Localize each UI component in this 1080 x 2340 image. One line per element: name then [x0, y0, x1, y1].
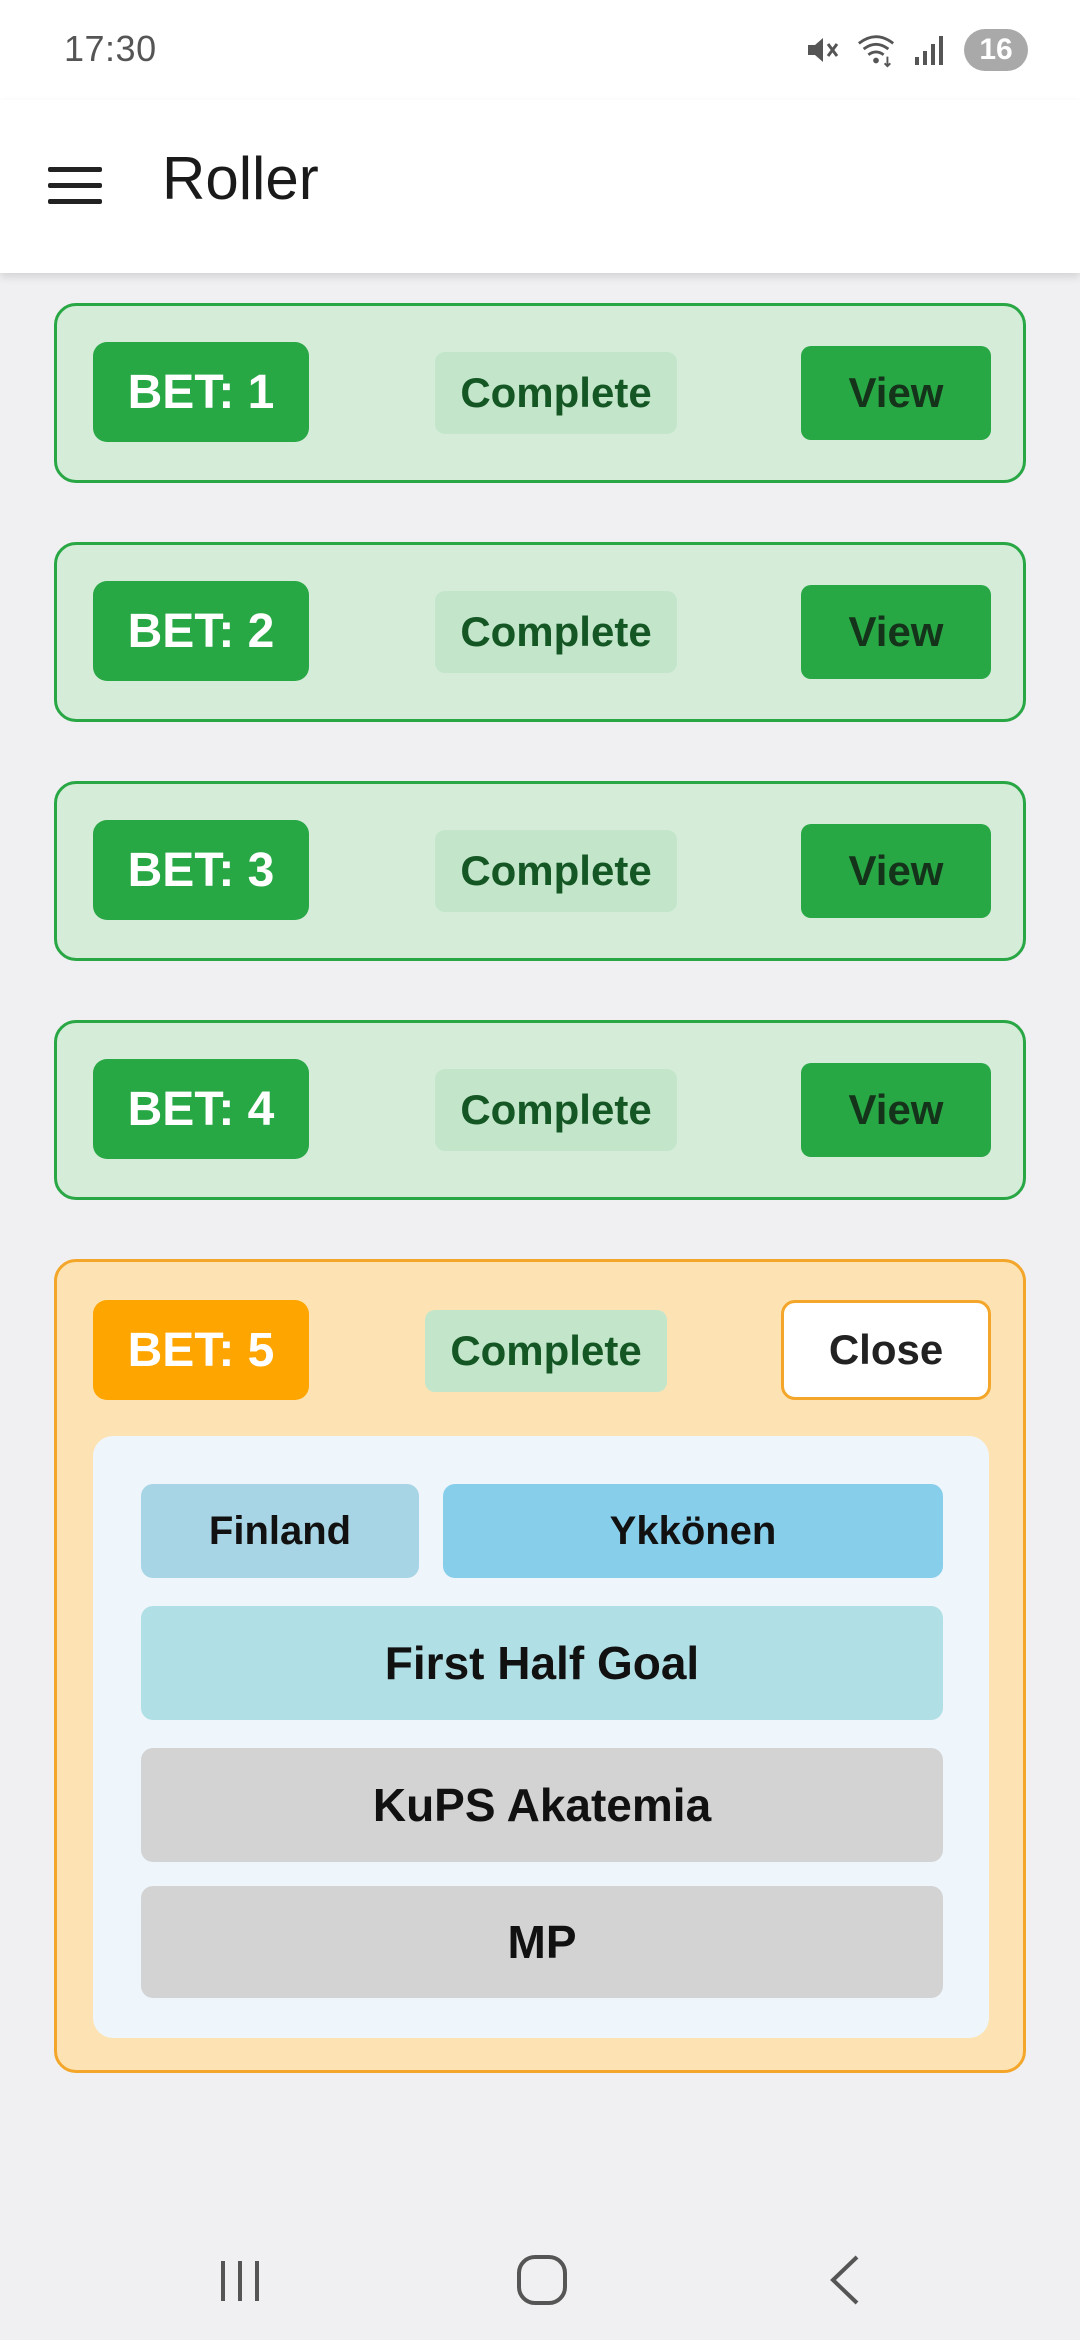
signal-icon: [910, 30, 950, 70]
home-icon[interactable]: [502, 2240, 582, 2320]
hamburger-menu-icon[interactable]: [40, 150, 110, 220]
status-badge: Complete: [435, 591, 677, 673]
status-badge: Complete: [425, 1310, 667, 1392]
page-title: Roller: [162, 145, 319, 212]
expanded-bet-card: BET: 5 Complete Close Finland Ykkönen Fi…: [54, 1259, 1026, 2073]
status-bar: 17:30 16: [0, 0, 1080, 100]
close-button[interactable]: Close: [781, 1300, 991, 1400]
home-team-pill: KuPS Akatemia: [141, 1748, 943, 1862]
bet-label: BET: 3: [93, 820, 309, 920]
view-button[interactable]: View: [801, 346, 991, 440]
league-pill: Ykkönen: [443, 1484, 943, 1578]
recent-apps-icon[interactable]: [200, 2240, 280, 2320]
notification-count-badge: 16: [964, 29, 1028, 71]
mute-icon: [802, 30, 842, 70]
back-icon[interactable]: [806, 2240, 886, 2320]
country-pill: Finland: [141, 1484, 419, 1578]
view-button[interactable]: View: [801, 585, 991, 679]
market-pill: First Half Goal: [141, 1606, 943, 1720]
status-badge: Complete: [435, 1069, 677, 1151]
bet-label: BET: 1: [93, 342, 309, 442]
status-time: 17:30: [64, 28, 157, 69]
status-badge: Complete: [435, 352, 677, 434]
bet-label: BET: 5: [93, 1300, 309, 1400]
bet-label: BET: 2: [93, 581, 309, 681]
wifi-icon: [856, 30, 896, 70]
bet-details-panel: Finland Ykkönen First Half Goal KuPS Aka…: [93, 1436, 989, 2038]
away-team-pill: MP: [141, 1886, 943, 1998]
navigation-bar: [0, 2200, 1080, 2340]
status-icons: 16: [802, 28, 1028, 72]
bet-card: BET: 2 Complete View: [54, 542, 1026, 722]
bet-label: BET: 4: [93, 1059, 309, 1159]
view-button[interactable]: View: [801, 824, 991, 918]
bet-card: BET: 4 Complete View: [54, 1020, 1026, 1200]
bet-card: BET: 1 Complete View: [54, 303, 1026, 483]
bet-card: BET: 3 Complete View: [54, 781, 1026, 961]
status-badge: Complete: [435, 830, 677, 912]
app-bar: Roller: [0, 100, 1080, 273]
view-button[interactable]: View: [801, 1063, 991, 1157]
